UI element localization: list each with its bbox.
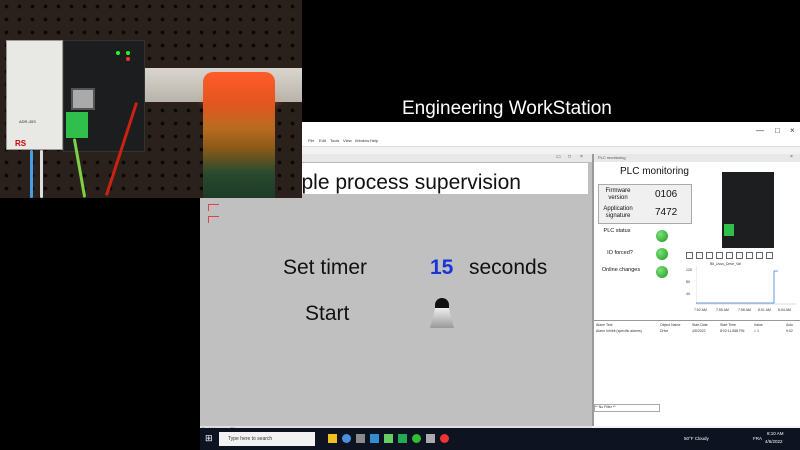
alarm-cell[interactable]: Drive <box>660 329 668 333</box>
chart-toolbar-icon[interactable] <box>766 252 773 259</box>
io-forced-indicator <box>656 248 668 260</box>
zoom-icon[interactable] <box>706 252 713 259</box>
alarm-cell[interactable]: 4/5/2022 <box>692 329 706 333</box>
io-forced-label: IO forced? <box>607 250 633 256</box>
app-icon[interactable] <box>356 434 365 443</box>
close-button[interactable]: × <box>790 126 795 135</box>
alarm-indicator-icon <box>208 204 219 211</box>
monitoring-titlebar: PLC monitoring × <box>594 154 800 162</box>
chart-ytick: 40 <box>686 292 690 296</box>
pushbutton-cap-icon <box>435 298 449 308</box>
firmware-value: 0106 <box>655 189 678 200</box>
chart-toolbar-icon[interactable] <box>686 252 693 259</box>
monitoring-window-title: PLC monitoring <box>598 155 626 160</box>
alarm-cell[interactable]: 9:02 <box>786 329 793 333</box>
chart-xtick: 7:55 AM <box>716 308 729 312</box>
taskbar-search-input[interactable]: Type here to search <box>219 432 315 446</box>
chart-xtick: 8:04 AM <box>778 308 791 312</box>
plc-status-indicator <box>656 230 668 242</box>
app-icon[interactable] <box>384 434 393 443</box>
monitoring-title: PLC monitoring <box>620 166 689 177</box>
chart-toolbar-icon[interactable] <box>736 252 743 259</box>
timer-value-field[interactable]: 15 <box>430 256 453 280</box>
menu-window[interactable]: Window <box>355 138 369 143</box>
online-changes-label: Online changes <box>601 267 641 273</box>
chart-toolbar-icon[interactable] <box>696 252 703 259</box>
chart-toolbar-icon[interactable] <box>746 252 753 259</box>
alarm-table: Alarm Text Object Name Start Date Start … <box>594 320 800 381</box>
chart-xtick: 7:58 AM <box>738 308 751 312</box>
chart-toolbar-icon[interactable] <box>726 252 733 259</box>
windows-taskbar: ⊞ Type here to search 50°F Cloudy FRA 8:… <box>200 428 800 450</box>
plc-device-image <box>722 172 774 248</box>
language-indicator[interactable]: FRA <box>753 436 762 441</box>
overlay-title: Engineering WorkStation <box>402 98 612 119</box>
chart-ytick: 120 <box>686 268 692 272</box>
maximize-button[interactable]: □ <box>775 126 780 135</box>
alarm-col-header: Value <box>754 323 763 327</box>
chart-toolbar-icon[interactable] <box>756 252 763 259</box>
menu-edit[interactable]: Edit <box>319 138 326 143</box>
camera-feed: RS ADR-45S <box>0 0 302 198</box>
start-label: Start <box>305 302 350 325</box>
browser-icon[interactable] <box>342 434 351 443</box>
alarm-col-header: Start Time <box>720 323 736 327</box>
set-timer-label: Set timer <box>283 256 368 279</box>
alarm-col-header: Actu <box>786 323 794 327</box>
chart-xtick: 8:01 AM <box>758 308 771 312</box>
pushbutton-base-icon <box>430 308 454 328</box>
green-connector <box>66 112 88 138</box>
clock-time[interactable]: 8:10 AM <box>767 431 784 436</box>
file-explorer-icon[interactable] <box>328 434 337 443</box>
alarm-cell[interactable]: = 1 <box>754 329 759 333</box>
white-wire <box>40 150 43 198</box>
alarm-col-header: Alarm Text <box>596 323 613 327</box>
ethernet-port <box>71 88 95 110</box>
psu-brand-label: RS <box>15 139 27 148</box>
start-pushbutton[interactable] <box>430 298 454 328</box>
menu-help[interactable]: Help <box>370 138 378 143</box>
alarm-indicator-icon <box>208 216 219 223</box>
trend-chart: Bit_Uvus_Drive_Val 120 80 40 7:52 AM 7:5… <box>686 252 798 316</box>
plc-status-label: PLC status <box>603 228 631 234</box>
plc-monitoring-window: PLC monitoring × PLC monitoring Firmware… <box>594 154 800 426</box>
firmware-label: Firmware version <box>605 188 631 201</box>
supervision-title: mple process supervision <box>284 171 521 194</box>
menu-view[interactable]: View <box>343 138 352 143</box>
app-icon[interactable] <box>412 434 421 443</box>
minimize-button[interactable]: — <box>756 126 764 135</box>
menu-tools[interactable]: Tools <box>330 138 339 143</box>
monitoring-close-icon[interactable]: × <box>790 154 793 160</box>
chart-toolbar-icon[interactable] <box>716 252 723 259</box>
app-signature-value: 7472 <box>655 207 678 218</box>
firmware-info-box: Firmware version 0106 Application signat… <box>598 184 692 224</box>
signal-tower-light <box>203 72 275 198</box>
clock-date[interactable]: 4/6/2022 <box>765 439 783 444</box>
app-icon[interactable] <box>370 434 379 443</box>
app-icon[interactable] <box>440 434 449 443</box>
seconds-label: seconds <box>469 256 548 279</box>
alarm-filter-dropdown[interactable]: ** No Filter ** <box>594 404 660 412</box>
power-supply: RS ADR-45S <box>6 40 63 150</box>
app-icon[interactable] <box>426 434 435 443</box>
chart-ytick: 80 <box>686 280 690 284</box>
windows-start-icon[interactable]: ⊞ <box>205 433 213 444</box>
alarm-cell[interactable]: 8:02:11.868 PM <box>720 329 744 333</box>
online-changes-indicator <box>656 266 668 278</box>
sup-close-icon[interactable]: × <box>580 154 583 160</box>
menu-file[interactable]: File <box>308 138 314 143</box>
trend-plot <box>696 266 796 305</box>
alarm-cell[interactable]: Alarm Inhibit (specific alarms) <box>596 329 642 333</box>
weather-status[interactable]: 50°F Cloudy <box>684 436 709 441</box>
chart-xtick: 7:52 AM <box>694 308 707 312</box>
psu-model-label: ADR-45S <box>19 119 36 124</box>
alarm-col-header: Start Date <box>692 323 708 327</box>
alarm-col-header: Object Name <box>660 323 681 327</box>
sup-maximize-icon[interactable]: □ <box>568 154 571 160</box>
app-icon[interactable] <box>398 434 407 443</box>
sup-minimize-icon[interactable]: ▭ <box>556 154 561 160</box>
blue-wire <box>30 150 33 198</box>
app-signature-label: Application signature <box>603 206 633 219</box>
